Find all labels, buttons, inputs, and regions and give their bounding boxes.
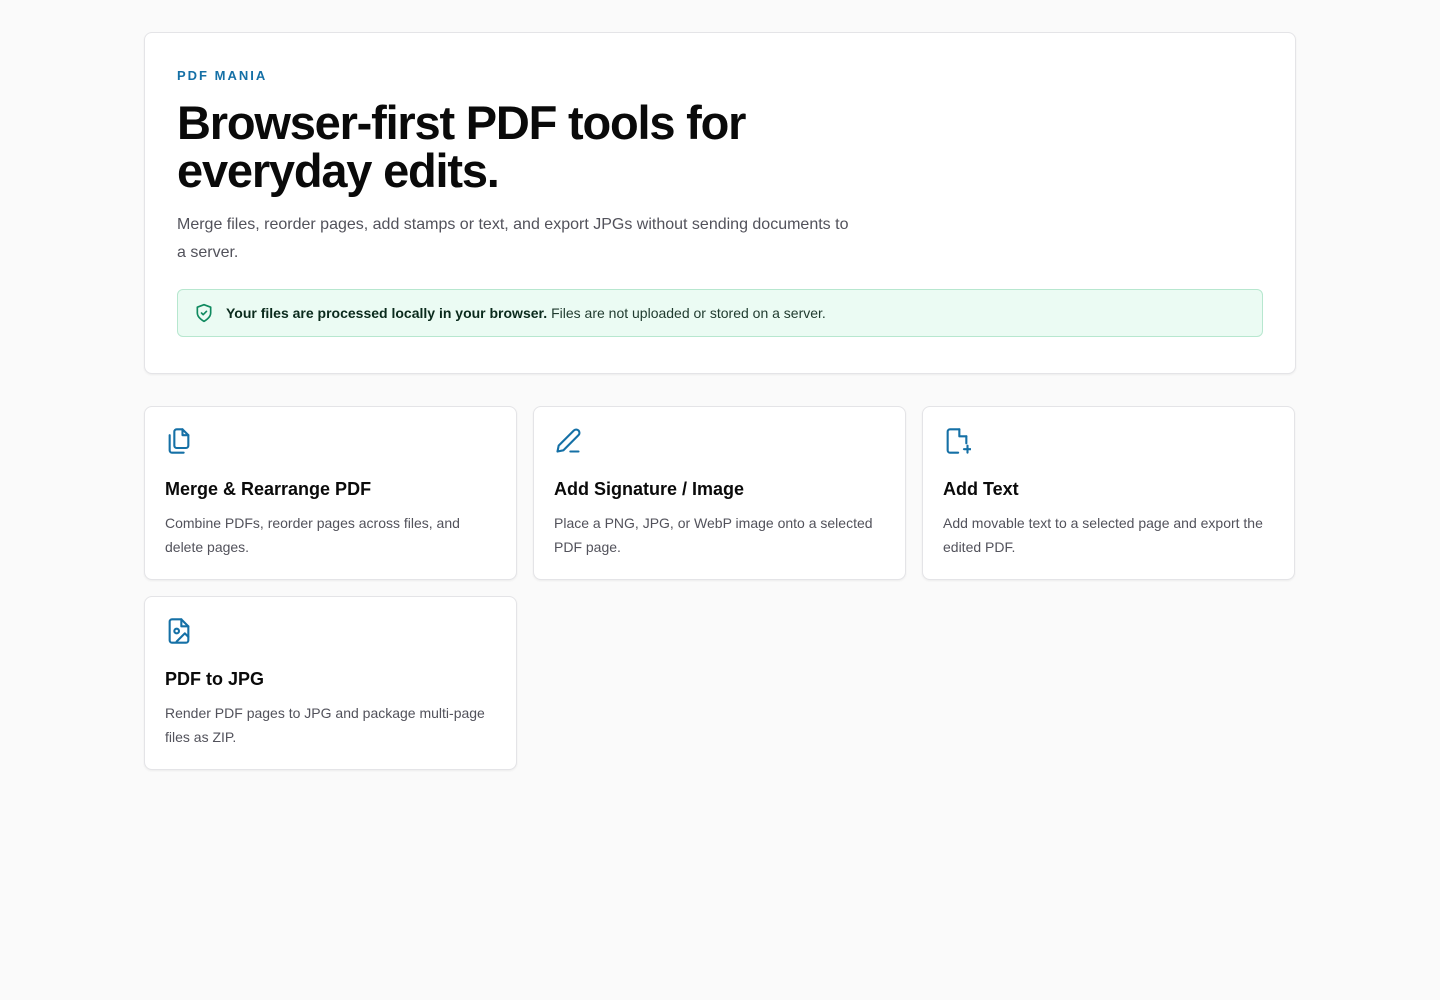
tool-title: PDF to JPG (165, 669, 265, 689)
file-plus-icon (943, 427, 973, 455)
page-subtitle: Merge files, reorder pages, add stamps o… (177, 216, 849, 261)
brand-label: PDF MANIA (177, 68, 268, 83)
tool-card-merge[interactable]: Merge & Rearrange PDF Combine PDFs, reor… (144, 406, 517, 580)
shield-check-icon (194, 303, 214, 323)
tool-card-add-text[interactable]: Add Text Add movable text to a selected … (922, 406, 1295, 580)
file-image-icon (165, 617, 193, 645)
files-icon (165, 427, 193, 455)
hero-panel: PDF MANIA Browser-first PDF tools for ev… (144, 32, 1296, 374)
tool-title: Add Signature / Image (554, 479, 745, 499)
page-title: Browser-first PDF tools for everyday edi… (177, 96, 746, 197)
page: PDF MANIA Browser-first PDF tools for ev… (144, 0, 1296, 770)
tool-description: Add movable text to a selected page and … (943, 515, 1263, 555)
tool-description: Place a PNG, JPG, or WebP image onto a s… (554, 515, 873, 555)
tool-title: Add Text (943, 479, 1019, 499)
tool-description: Combine PDFs, reorder pages across files… (165, 515, 460, 555)
tool-description: Render PDF pages to JPG and package mult… (165, 705, 485, 745)
pen-icon (554, 427, 582, 455)
privacy-notice-bold: Your files are processed locally in your… (226, 305, 548, 321)
tool-grid: Merge & Rearrange PDF Combine PDFs, reor… (144, 406, 1296, 770)
tool-card-signature[interactable]: Add Signature / Image Place a PNG, JPG, … (533, 406, 906, 580)
privacy-notice-text: Files are not uploaded or stored on a se… (551, 305, 826, 321)
tool-card-pdf-to-jpg[interactable]: PDF to JPG Render PDF pages to JPG and p… (144, 596, 517, 770)
privacy-notice: Your files are processed locally in your… (177, 289, 1263, 337)
tool-title: Merge & Rearrange PDF (165, 479, 372, 499)
